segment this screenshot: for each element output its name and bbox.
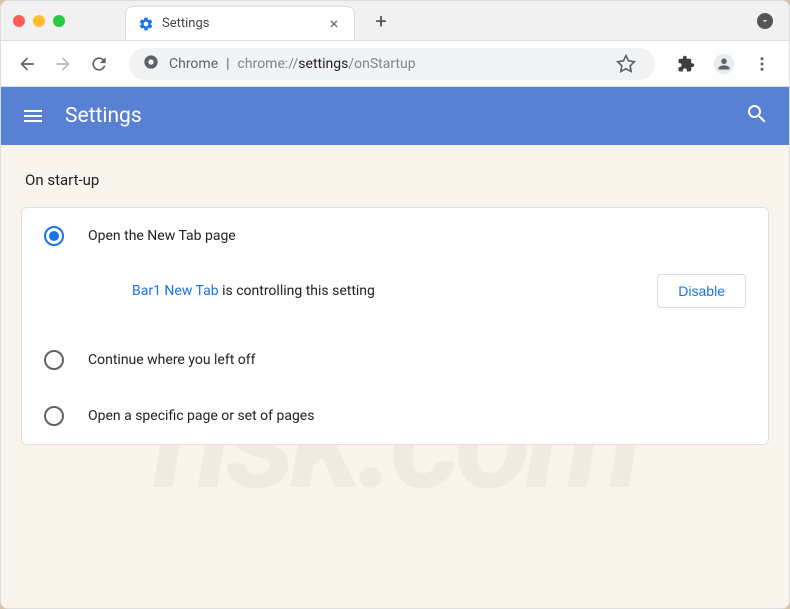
url-path-rest: /onStartup <box>348 56 415 72</box>
forward-button[interactable] <box>49 50 77 78</box>
tab-title: Settings <box>162 16 318 31</box>
notice-text: Bar1 New Tab is controlling this setting <box>132 283 375 299</box>
chevron-down-icon[interactable] <box>757 13 773 29</box>
radio-selected-icon[interactable] <box>44 226 64 246</box>
minimize-window-button[interactable] <box>33 15 45 27</box>
url-text: Chrome | chrome://settings/onStartup <box>169 56 416 72</box>
radio-unselected-icon[interactable] <box>44 406 64 426</box>
option-label: Open the New Tab page <box>88 228 236 244</box>
address-bar[interactable]: Chrome | chrome://settings/onStartup <box>129 48 655 80</box>
close-tab-button[interactable]: × <box>326 16 342 32</box>
url-path: settings <box>298 56 348 72</box>
reload-button[interactable] <box>85 50 113 78</box>
url-prefix: Chrome <box>169 56 218 72</box>
section-title: On start-up <box>25 171 781 189</box>
search-icon[interactable] <box>745 102 769 130</box>
url-protocol: chrome:// <box>238 56 299 72</box>
chrome-icon <box>143 54 159 74</box>
close-window-button[interactable] <box>13 15 25 27</box>
gear-icon <box>138 16 154 32</box>
notice-message: is controlling this setting <box>219 283 375 299</box>
browser-window: Settings × + Chrome | chrome://s <box>0 0 790 609</box>
extension-notice: Bar1 New Tab is controlling this setting… <box>22 264 768 332</box>
option-label: Continue where you left off <box>88 352 256 368</box>
disable-button[interactable]: Disable <box>657 274 746 308</box>
option-new-tab[interactable]: Open the New Tab page <box>22 208 768 264</box>
back-button[interactable] <box>13 50 41 78</box>
content-area: PC risk.com On start-up Open the New Tab… <box>1 145 789 608</box>
page-title: Settings <box>65 104 142 128</box>
startup-options-card: Open the New Tab page Bar1 New Tab is co… <box>21 207 769 445</box>
titlebar: Settings × + <box>1 1 789 41</box>
profile-icon[interactable] <box>709 49 739 79</box>
titlebar-right <box>757 13 773 29</box>
window-controls <box>13 15 65 27</box>
option-specific-pages[interactable]: Open a specific page or set of pages <box>22 388 768 444</box>
bookmark-star-icon[interactable] <box>611 49 641 79</box>
option-continue[interactable]: Continue where you left off <box>22 332 768 388</box>
hamburger-menu-icon[interactable] <box>21 104 45 128</box>
option-label: Open a specific page or set of pages <box>88 408 314 424</box>
extensions-icon[interactable] <box>671 49 701 79</box>
radio-unselected-icon[interactable] <box>44 350 64 370</box>
browser-tab[interactable]: Settings × <box>125 6 355 40</box>
menu-icon[interactable] <box>747 49 777 79</box>
settings-header: Settings <box>1 87 789 145</box>
toolbar: Chrome | chrome://settings/onStartup <box>1 41 789 87</box>
new-tab-button[interactable]: + <box>367 7 395 35</box>
maximize-window-button[interactable] <box>53 15 65 27</box>
extension-link[interactable]: Bar1 New Tab <box>132 283 219 299</box>
